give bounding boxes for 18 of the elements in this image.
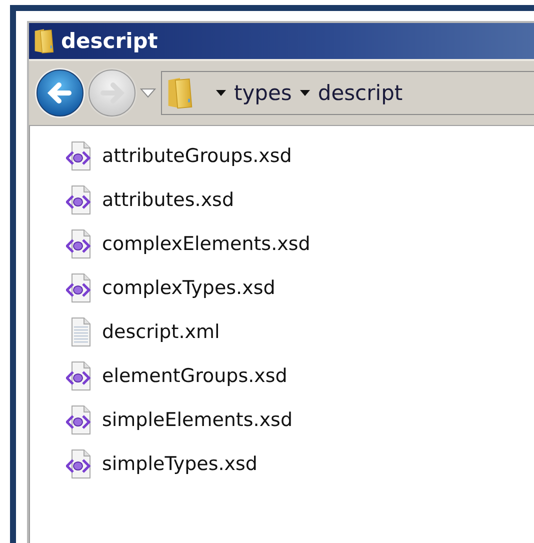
breadcrumb[interactable]: descript — [318, 81, 403, 105]
breadcrumb[interactable]: types — [234, 81, 292, 105]
caret-icon[interactable] — [300, 90, 310, 96]
dropdown-icon[interactable] — [139, 87, 157, 99]
folder-icon — [33, 26, 55, 56]
window-title: descript — [61, 29, 158, 53]
file-name[interactable]: attributeGroups.xsd — [102, 145, 292, 167]
file-name[interactable]: attributes.xsd — [102, 189, 234, 211]
address-bar[interactable]: types descript — [161, 71, 534, 115]
file-name[interactable]: descript.xml — [102, 321, 220, 343]
back-button[interactable] — [35, 68, 85, 118]
folder-icon — [166, 75, 194, 111]
caret-icon[interactable] — [216, 90, 226, 96]
file-name[interactable]: simpleElements.xsd — [102, 409, 293, 431]
file-name[interactable]: elementGroups.xsd — [102, 365, 288, 387]
file-name[interactable]: complexTypes.xsd — [102, 277, 276, 299]
file-name[interactable]: simpleTypes.xsd — [102, 453, 258, 475]
file-name[interactable]: complexElements.xsd — [102, 233, 310, 255]
